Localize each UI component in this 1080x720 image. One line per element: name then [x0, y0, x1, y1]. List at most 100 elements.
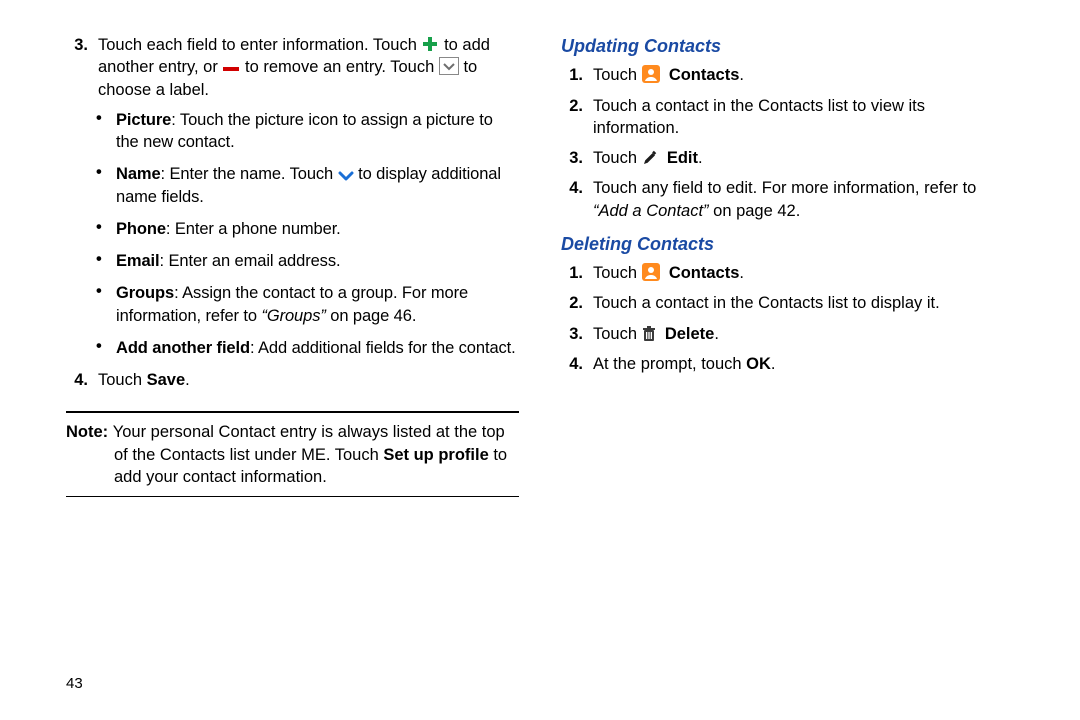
- step-number: 1.: [561, 262, 583, 284]
- step-number: 1.: [561, 64, 583, 86]
- bullet-dot: •: [96, 218, 108, 240]
- t: Touch: [98, 371, 147, 389]
- t: to remove an entry. Touch: [245, 58, 439, 76]
- step-list-left: 3. Touch each field to enter information…: [66, 34, 519, 101]
- t: Contacts: [669, 264, 740, 282]
- section-updating: Updating Contacts: [561, 34, 1014, 58]
- divider-icon: [66, 496, 519, 497]
- ref: “Add a Contact”: [593, 202, 709, 220]
- desc: : Add additional fields for the contact.: [250, 339, 516, 357]
- bullet-add-field: • Add another field: Add additional fiel…: [96, 337, 519, 359]
- desc: : Enter an email address.: [160, 252, 341, 270]
- right-column: Updating Contacts 1. Touch Contacts. 2. …: [561, 34, 1014, 497]
- bullet-dot: •: [96, 250, 108, 272]
- bullet-phone: • Phone: Enter a phone number.: [96, 218, 519, 240]
- bullet-text: Groups: Assign the contact to a group. F…: [116, 282, 519, 327]
- chevron-down-icon: [338, 170, 354, 182]
- page-number: 43: [66, 674, 83, 694]
- bullet-name: • Name: Enter the name. Touch to display…: [96, 163, 519, 208]
- bullet-dot: •: [96, 163, 108, 208]
- step-number: 4.: [561, 177, 583, 222]
- ref: “Groups”: [261, 307, 325, 325]
- step-text: Touch each field to enter information. T…: [98, 34, 519, 101]
- label: Name: [116, 165, 161, 183]
- desc: : Enter a phone number.: [166, 220, 341, 238]
- t: Touch: [593, 325, 642, 343]
- t: .: [714, 325, 719, 343]
- updating-steps: 1. Touch Contacts. 2. Touch a contact in…: [561, 64, 1014, 222]
- t: Touch: [593, 66, 642, 84]
- step-number: 3.: [561, 323, 583, 345]
- bullet-dot: •: [96, 337, 108, 359]
- t: Contacts: [669, 66, 740, 84]
- t: Touch each field to enter information. T…: [98, 36, 421, 54]
- step-list-left-2: 4. Touch Save.: [66, 369, 519, 391]
- step-text: Touch a contact in the Contacts list to …: [593, 95, 1014, 140]
- note-text: Note: Your personal Contact entry is alw…: [66, 421, 519, 488]
- t: Edit: [667, 149, 698, 167]
- step-text: Touch Contacts.: [593, 64, 1014, 86]
- t: .: [739, 66, 744, 84]
- deleting-steps: 1. Touch Contacts. 2. Touch a contact in…: [561, 262, 1014, 375]
- note-lead: Note:: [66, 423, 113, 441]
- t: .: [698, 149, 703, 167]
- t: Set up profile: [383, 446, 488, 464]
- contacts-icon: [642, 263, 660, 281]
- step-text: Touch Edit.: [593, 147, 1014, 169]
- left-column: 3. Touch each field to enter information…: [66, 34, 519, 497]
- bullet-dot: •: [96, 109, 108, 154]
- bullet-picture: • Picture: Touch the picture icon to ass…: [96, 109, 519, 154]
- desc: : Touch the picture icon to assign a pic…: [116, 111, 493, 151]
- note-content: Note: Your personal Contact entry is alw…: [66, 413, 519, 496]
- t: to: [463, 58, 477, 76]
- upd-step-3: 3. Touch Edit.: [561, 147, 1014, 169]
- del-step-2: 2. Touch a contact in the Contacts list …: [561, 292, 1014, 314]
- label-box-icon: [439, 57, 459, 75]
- step-text: Touch Delete.: [593, 323, 1014, 345]
- t: another entry, or: [98, 58, 222, 76]
- step-number: 4.: [561, 353, 583, 375]
- t: Touch any field to edit. For more inform…: [593, 179, 976, 197]
- step-text: Touch a contact in the Contacts list to …: [593, 292, 1014, 314]
- upd-step-2: 2. Touch a contact in the Contacts list …: [561, 95, 1014, 140]
- del-step-1: 1. Touch Contacts.: [561, 262, 1014, 284]
- step-text: Touch any field to edit. For more inform…: [593, 177, 1014, 222]
- bullet-text: Add another field: Add additional fields…: [116, 337, 516, 359]
- t: At the prompt, touch: [593, 355, 746, 373]
- label: Add another field: [116, 339, 250, 357]
- label: Picture: [116, 111, 171, 129]
- step-text: Touch Contacts.: [593, 262, 1014, 284]
- step-text: At the prompt, touch OK.: [593, 353, 1014, 375]
- sub-bullets: • Picture: Touch the picture icon to ass…: [96, 109, 519, 359]
- step-number: 3.: [561, 147, 583, 169]
- step-number: 2.: [561, 95, 583, 140]
- step-text: Touch Save.: [98, 369, 519, 391]
- step-4: 4. Touch Save.: [66, 369, 519, 391]
- t: choose a label.: [98, 81, 209, 99]
- bullet-dot: •: [96, 282, 108, 327]
- t: Save: [147, 371, 186, 389]
- upd-step-4: 4. Touch any field to edit. For more inf…: [561, 177, 1014, 222]
- bullet-text: Phone: Enter a phone number.: [116, 218, 341, 240]
- t: Touch: [593, 264, 642, 282]
- bullet-groups: • Groups: Assign the contact to a group.…: [96, 282, 519, 327]
- del-step-3: 3. Touch Delete.: [561, 323, 1014, 345]
- step-3: 3. Touch each field to enter information…: [66, 34, 519, 101]
- contacts-icon: [642, 65, 660, 83]
- t: on page 42.: [709, 202, 801, 220]
- desc: : Enter the name. Touch: [161, 165, 338, 183]
- t: .: [185, 371, 190, 389]
- t: Delete: [665, 325, 715, 343]
- minus-icon: [222, 63, 240, 75]
- step-number: 4.: [66, 369, 88, 391]
- label: Email: [116, 252, 160, 270]
- t: .: [771, 355, 776, 373]
- bullet-email: • Email: Enter an email address.: [96, 250, 519, 272]
- bullet-text: Picture: Touch the picture icon to assig…: [116, 109, 519, 154]
- t: OK: [746, 355, 771, 373]
- step-number: 3.: [66, 34, 88, 101]
- desc: on page 46.: [326, 307, 417, 325]
- label: Groups: [116, 284, 174, 302]
- pencil-icon: [642, 150, 658, 166]
- del-step-4: 4. At the prompt, touch OK.: [561, 353, 1014, 375]
